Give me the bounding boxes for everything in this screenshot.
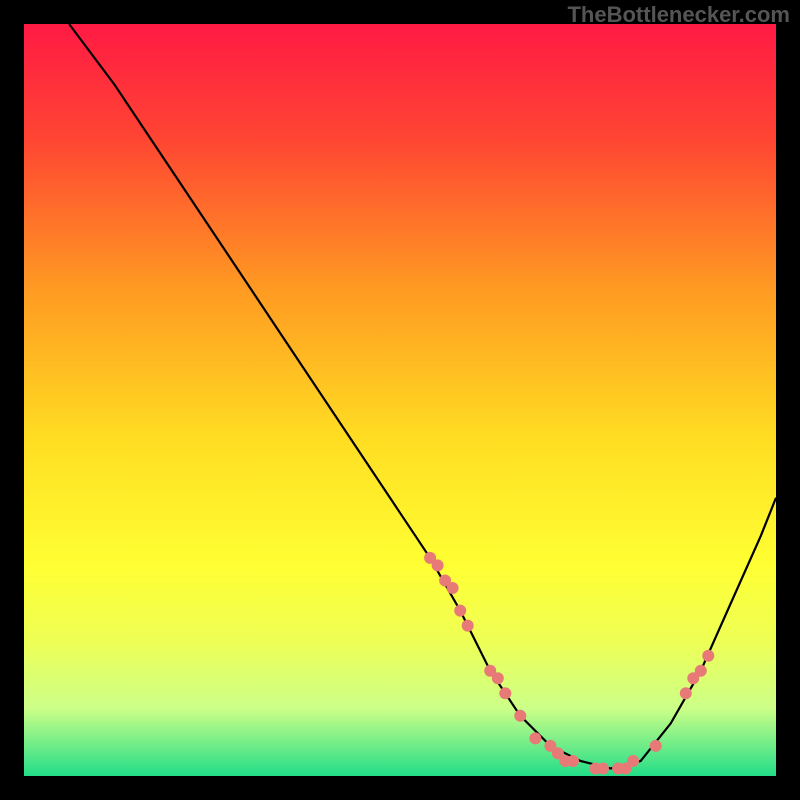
data-point [432,559,444,571]
data-point [492,672,504,684]
data-point [597,763,609,775]
data-point [650,740,662,752]
data-point [567,755,579,767]
chart-container [24,24,776,776]
watermark-text: TheBottlenecker.com [567,2,790,28]
data-point [499,687,511,699]
data-point [462,620,474,632]
chart-background [24,24,776,776]
data-point [702,650,714,662]
data-point [627,755,639,767]
data-point [514,710,526,722]
data-point [695,665,707,677]
data-point [529,732,541,744]
data-point [447,582,459,594]
data-point [454,605,466,617]
chart-svg [24,24,776,776]
data-point [680,687,692,699]
